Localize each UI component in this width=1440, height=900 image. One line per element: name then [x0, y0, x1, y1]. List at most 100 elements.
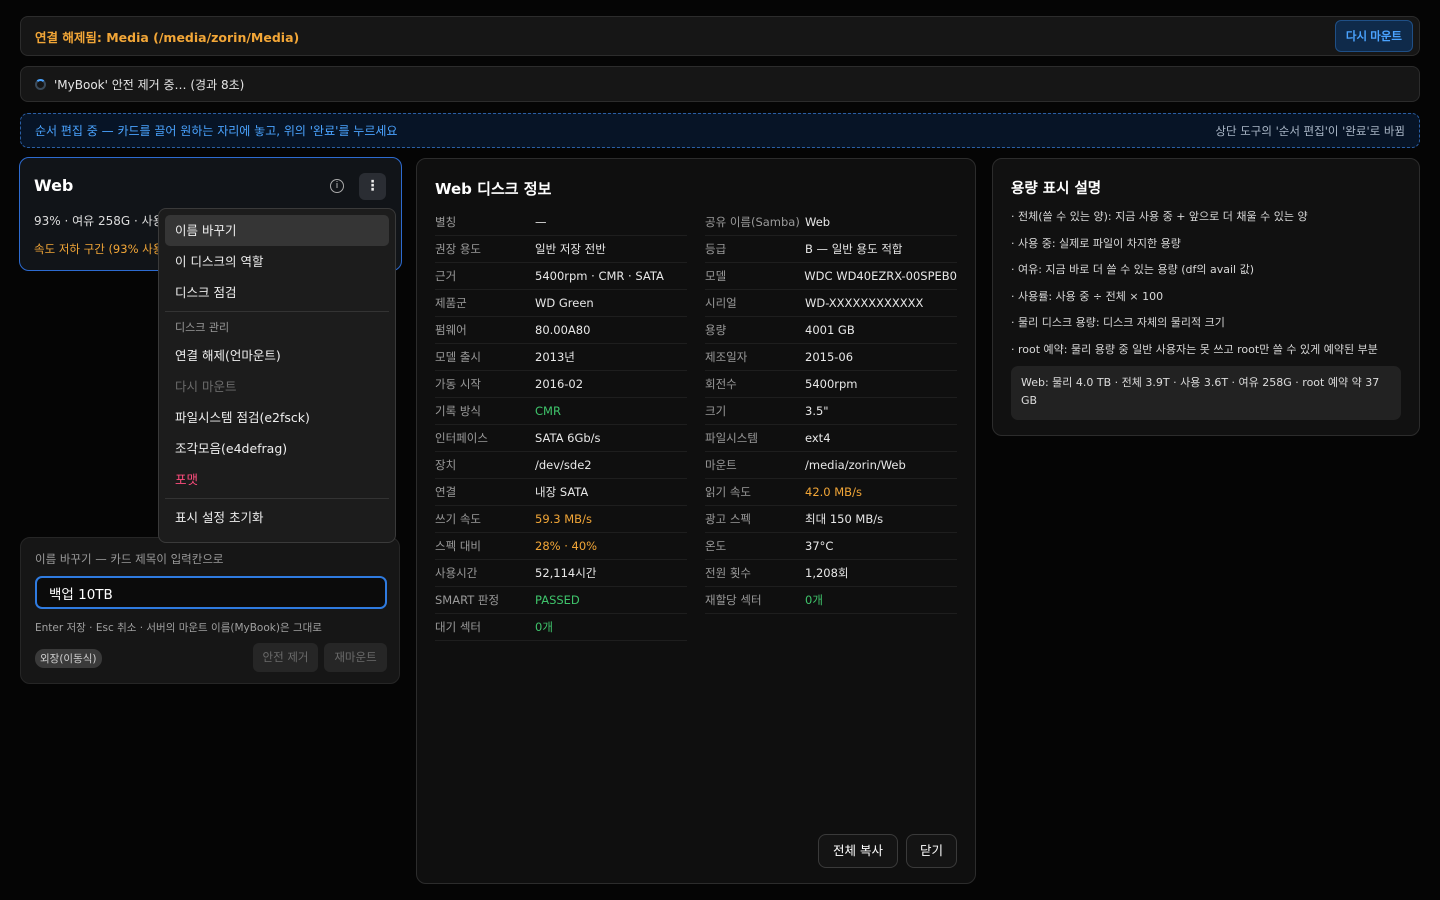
- remount-button[interactable]: 다시 마운트: [1334, 20, 1413, 52]
- disk-context-menu: 이름 바꾸기 이 디스크의 역할 디스크 점검 디스크 관리 연결 해제(언마운…: [158, 208, 396, 543]
- close-button[interactable]: 닫기: [906, 834, 957, 868]
- rename-input[interactable]: [35, 576, 387, 609]
- info-value: 2015-06: [805, 350, 854, 364]
- capacity-summary-box: Web: 물리 4.0 TB · 전체 3.9T · 사용 3.6T · 여유 …: [1011, 366, 1401, 420]
- info-value: 2016-02: [535, 377, 584, 391]
- menu-item-fsck[interactable]: 파일시스템 점검(e2fsck): [165, 402, 389, 433]
- info-value: 2013년: [535, 350, 575, 364]
- remount-button-disabled: 재마운트: [324, 643, 387, 672]
- more-menu-icon[interactable]: ⋮: [359, 173, 386, 200]
- info-row: 읽기 속도 42.0 MB/s: [705, 479, 957, 506]
- info-value: B — 일반 용도 적합: [805, 242, 903, 256]
- menu-item-defrag[interactable]: 조각모음(e4defrag): [165, 433, 389, 464]
- info-value: 5400rpm: [805, 377, 858, 391]
- info-key: 제품군: [435, 296, 467, 310]
- info-row: 기록 방식 CMR: [435, 398, 687, 425]
- info-value: 최대 150 MB/s: [805, 512, 884, 526]
- spinner-icon: [35, 78, 46, 90]
- info-value: 42.0 MB/s: [805, 485, 862, 499]
- info-icon[interactable]: i: [330, 179, 344, 193]
- info-value: /media/zorin/Web: [805, 458, 906, 472]
- safe-eject-button: 안전 제거: [253, 643, 318, 672]
- disk-info-panel: Web 디스크 정보 별칭 — 권장 용도 일반 저장 전반 근거 5400rpm · C…: [416, 158, 976, 884]
- info-value: 80.00A80: [535, 323, 591, 337]
- capacity-help-title: 용량 표시 설명: [1011, 181, 1102, 197]
- info-row: 용량 4001 GB: [705, 317, 957, 344]
- info-key: 스펙 대비: [435, 539, 481, 553]
- info-key: 등급: [705, 242, 727, 256]
- info-value: 일반 저장 전반: [535, 242, 606, 256]
- info-key: 쓰기 속도: [435, 512, 481, 526]
- info-row: 연결 내장 SATA: [435, 479, 687, 506]
- reorder-banner: 순서 편집 중 — 카드를 끌어 원하는 자리에 놓고, 위의 '완료'를 누르…: [20, 113, 1420, 148]
- info-value: ext4: [805, 431, 831, 445]
- info-value: —: [535, 215, 547, 229]
- info-key: 장치: [435, 458, 457, 472]
- info-key: 재할당 섹터: [705, 593, 762, 607]
- info-row: 제조일자 2015-06: [705, 344, 957, 371]
- info-row: 온도 37°C: [705, 533, 957, 560]
- copy-all-button[interactable]: 전체 복사: [818, 834, 898, 868]
- info-key: 파일시스템: [705, 431, 758, 445]
- info-key: 전원 횟수: [705, 566, 751, 580]
- info-row: 근거 5400rpm · CMR · SATA: [435, 263, 687, 290]
- info-key: 공유 이름(Samba): [705, 215, 800, 229]
- menu-item-format[interactable]: 포맷: [165, 464, 389, 495]
- capacity-help-line: · 사용 중: 실제로 파일이 차지한 용량: [1011, 236, 1181, 250]
- info-row: SMART 판정 PASSED: [435, 587, 687, 614]
- info-key: 읽기 속도: [705, 485, 751, 499]
- info-row: 권장 용도 일반 저장 전반: [435, 236, 687, 263]
- menu-item-rename[interactable]: 이름 바꾸기: [165, 215, 389, 246]
- info-row: 시리얼 WD-XXXXXXXXXXXX: [705, 290, 957, 317]
- info-value: 3.5": [805, 404, 829, 418]
- info-value: 52,114시간: [535, 566, 597, 580]
- info-key: 마운트: [705, 458, 737, 472]
- info-key: 모델: [705, 269, 727, 283]
- rename-hint: Enter 저장 · Esc 취소 · 서버의 마운트 이름(MyBook)은 …: [35, 622, 322, 634]
- reorder-hint: 상단 도구의 '순서 편집'이 '완료'로 바뀜: [1215, 123, 1405, 138]
- info-value: /dev/sde2: [535, 458, 592, 472]
- capacity-help-line: · 여유: 지금 바로 더 쓸 수 있는 용량 (df의 avail 값): [1011, 263, 1255, 277]
- info-key: 권장 용도: [435, 242, 481, 256]
- info-row: 대기 섹터 0개: [435, 614, 687, 641]
- eject-message: 'MyBook' 안전 제거 중… (경과 8초): [54, 77, 245, 92]
- capacity-help-line: · 물리 디스크 용량: 디스크 자체의 물리적 크기: [1011, 316, 1225, 330]
- info-value: WD-XXXXXXXXXXXX: [805, 296, 924, 310]
- info-row: 가동 시작 2016-02: [435, 371, 687, 398]
- info-row: 쓰기 속도 59.3 MB/s: [435, 506, 687, 533]
- info-row: 모델 WDC WD40EZRX-00SPEB0: [705, 263, 957, 290]
- info-row: 제품군 WD Green: [435, 290, 687, 317]
- disk-usage-summary: 93% · 여유 258G · 사용: [34, 214, 164, 228]
- menu-item-unmount[interactable]: 연결 해제(언마운트): [165, 340, 389, 371]
- menu-item-disk-check[interactable]: 디스크 점검: [165, 277, 389, 308]
- info-key: SMART 판정: [435, 593, 500, 607]
- eject-progress-bar: 'MyBook' 안전 제거 중… (경과 8초): [20, 66, 1420, 102]
- info-key: 가동 시작: [435, 377, 481, 391]
- info-row: 회전수 5400rpm: [705, 371, 957, 398]
- removable-badge: 외장(이동식): [35, 649, 102, 668]
- info-row: 크기 3.5": [705, 398, 957, 425]
- info-value: 59.3 MB/s: [535, 512, 592, 526]
- capacity-help-line: · root 예약: 물리 용량 중 일반 사용자는 못 쓰고 root만 쓸 …: [1011, 342, 1378, 356]
- info-value: 28% · 40%: [535, 539, 598, 553]
- info-value: 내장 SATA: [535, 485, 589, 499]
- info-row: 광고 스펙 최대 150 MB/s: [705, 506, 957, 533]
- info-row: 공유 이름(Samba) Web: [705, 209, 957, 236]
- info-row: 별칭 —: [435, 209, 687, 236]
- menu-divider: [165, 498, 389, 499]
- menu-item-disk-role[interactable]: 이 디스크의 역할: [165, 246, 389, 277]
- info-value: PASSED: [535, 593, 580, 607]
- info-key: 광고 스펙: [705, 512, 751, 526]
- info-key: 인터페이스: [435, 431, 488, 445]
- menu-item-reset-display[interactable]: 표시 설정 초기화: [165, 502, 389, 533]
- info-value: 37°C: [805, 539, 834, 553]
- menu-section-header: 디스크 관리: [175, 321, 230, 334]
- info-key: 별칭: [435, 215, 457, 229]
- info-row: 펌웨어 80.00A80: [435, 317, 687, 344]
- menu-item-remount: 다시 마운트: [175, 379, 237, 394]
- info-row: 사용시간 52,114시간: [435, 560, 687, 587]
- info-value: CMR: [535, 404, 561, 418]
- unmount-notice-bar: 연결 해제됨: Media (/media/zorin/Media) 다시 마운…: [20, 16, 1420, 56]
- info-row: 전원 횟수 1,208회: [705, 560, 957, 587]
- info-column-right: 공유 이름(Samba) Web 등급 B — 일반 용도 적합모델 WDC WD40E…: [705, 209, 957, 614]
